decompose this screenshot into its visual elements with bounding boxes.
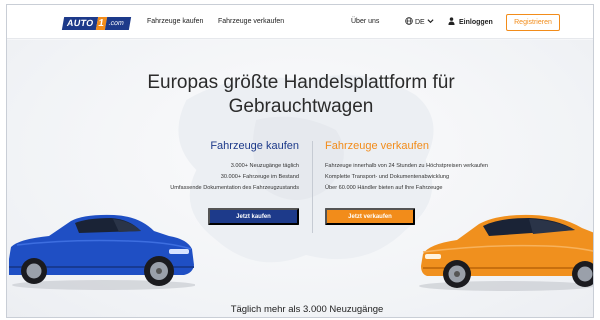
buy-heading: Fahrzeuge kaufen [210, 140, 299, 152]
login-label: Einloggen [459, 19, 493, 26]
hero-section: Europas größte Handelsplattform für Gebr… [7, 40, 593, 317]
sell-feature: Über 60.000 Händler bieten auf Ihre Fahr… [325, 185, 443, 191]
buy-now-button[interactable]: Jetzt kaufen [208, 208, 299, 225]
buy-feature: Umfassende Dokumentation des Fahrzeugzus… [170, 185, 299, 191]
buy-column: Fahrzeuge kaufen 3.000+ Neuzugänge tägli… [103, 139, 299, 194]
nav-about-us[interactable]: Über uns [351, 17, 379, 27]
globe-icon [405, 17, 413, 29]
register-button[interactable]: Registrieren [506, 14, 560, 31]
nav-sell-vehicles[interactable]: Fahrzeuge verkaufen [218, 17, 284, 27]
buy-feature: 30.000+ Fahrzeuge im Bestand [220, 174, 299, 180]
sell-now-button[interactable]: Jetzt verkaufen [325, 208, 415, 225]
chevron-down-icon [427, 18, 434, 28]
sell-feature: Komplette Transport- und Dokumentenabwic… [325, 174, 450, 180]
hero-title: Europas größte Handelsplattform für Gebr… [87, 71, 515, 119]
buy-feature: 3.000+ Neuzugänge täglich [230, 163, 299, 169]
column-divider [312, 141, 313, 233]
user-icon [448, 17, 455, 29]
browser-viewport: AUTO 1 .com Fahrzeuge kaufen Fahrzeuge v… [6, 4, 594, 318]
logo-auto-text: AUTO [61, 17, 98, 30]
section-title: Täglich mehr als 3.000 Neuzugänge [230, 304, 384, 315]
nav-buy-vehicles[interactable]: Fahrzeuge kaufen [147, 17, 203, 27]
orange-car-image [419, 214, 593, 291]
auto1-logo[interactable]: AUTO 1 .com [61, 17, 131, 30]
blue-car-image [9, 214, 195, 290]
sell-feature: Fahrzeuge innerhalb von 24 Stunden zu Hö… [325, 163, 488, 169]
login-link[interactable]: Einloggen [448, 17, 493, 29]
logo-com-text: .com [104, 17, 131, 30]
hero-title-line-1: Europas größte Handelsplattform für [147, 72, 455, 93]
sell-column: Fahrzeuge verkaufen Fahrzeuge innerhalb … [325, 139, 555, 194]
site-header: AUTO 1 .com Fahrzeuge kaufen Fahrzeuge v… [7, 5, 593, 39]
language-label: DE [415, 19, 425, 26]
hero-title-line-2: Gebrauchtwagen [228, 96, 374, 117]
sell-heading: Fahrzeuge verkaufen [325, 140, 429, 152]
language-selector[interactable]: DE [405, 17, 434, 29]
